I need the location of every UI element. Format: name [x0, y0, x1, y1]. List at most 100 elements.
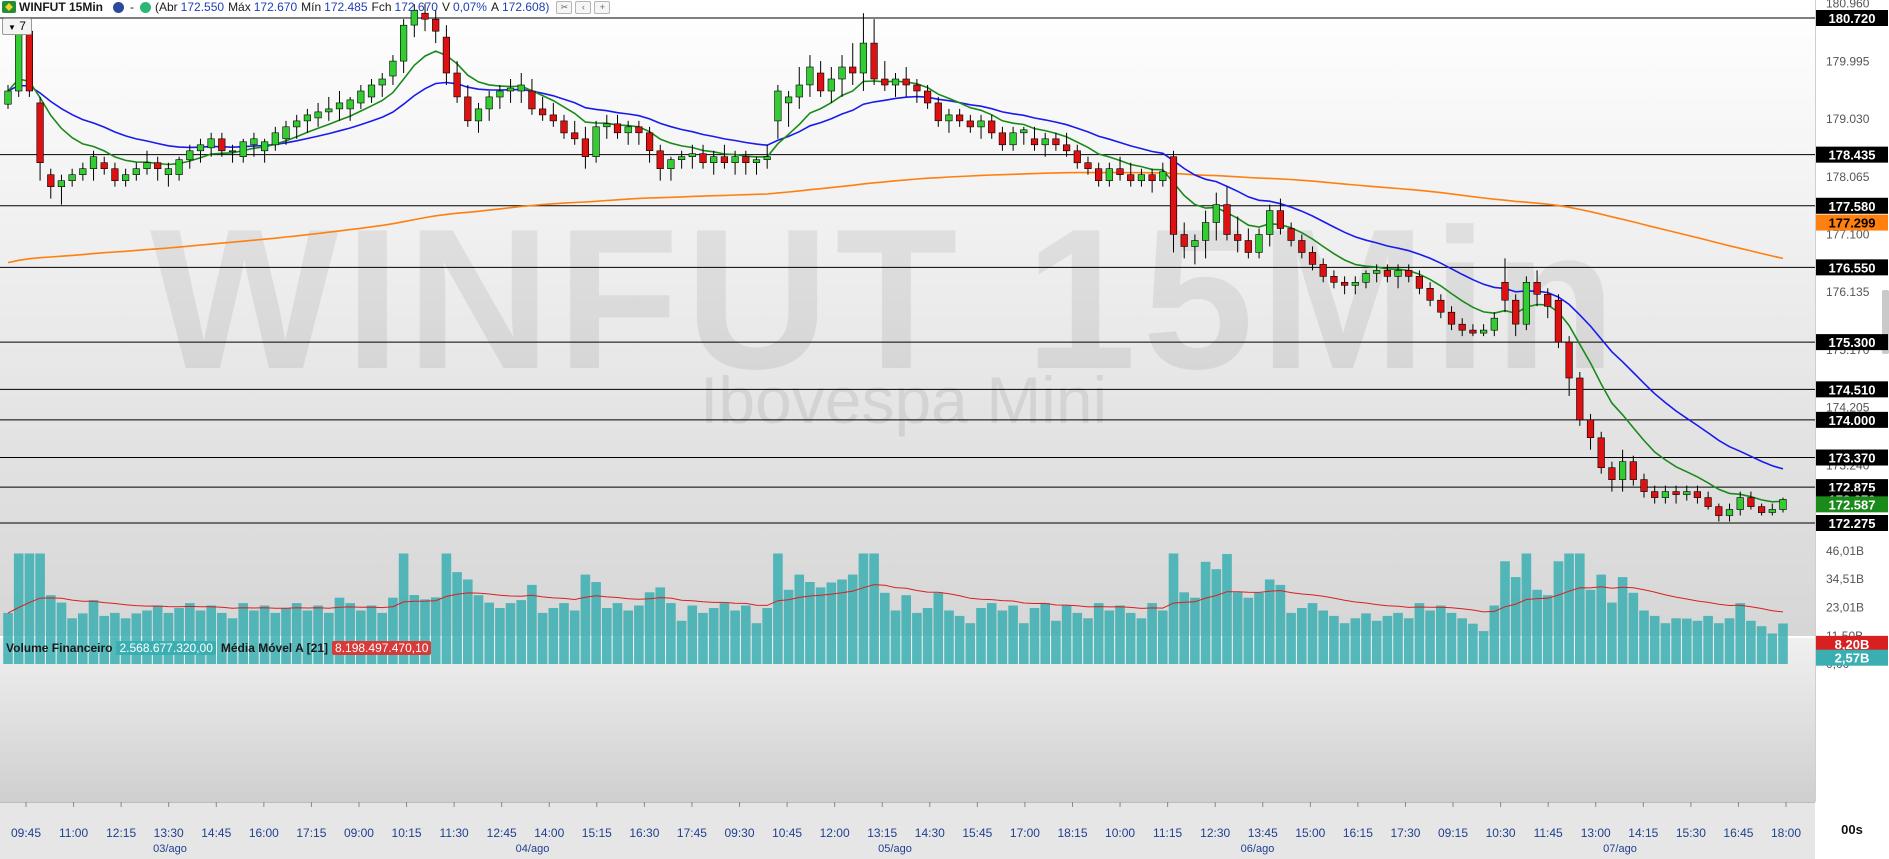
candle — [571, 120, 579, 145]
candle-body — [207, 138, 215, 149]
candle — [635, 120, 643, 145]
volume-bar — [1746, 620, 1756, 664]
candle — [432, 10, 440, 44]
volume-name[interactable]: Volume Financeiro — [6, 641, 112, 655]
candle-body — [1137, 174, 1145, 181]
volume-bar — [1361, 613, 1371, 664]
link-icon[interactable] — [113, 1, 124, 13]
volume-bar — [1714, 623, 1724, 664]
volume-bar — [954, 615, 965, 664]
candle — [1394, 264, 1402, 289]
candle-body — [1693, 491, 1701, 498]
candle-body — [1672, 491, 1680, 495]
time-label: 12:00 — [820, 826, 850, 840]
volume-bar — [1350, 618, 1361, 664]
symbol-title[interactable]: WINFUT 15Min — [19, 0, 103, 14]
volume-bar — [1607, 602, 1617, 664]
candle — [1169, 150, 1178, 253]
volume-bar — [762, 608, 772, 664]
candle — [442, 25, 451, 85]
candle — [1191, 234, 1199, 265]
volume-bar — [1264, 579, 1275, 664]
chart-canvas[interactable]: 180.960179.995179.030178.065177.100176.1… — [0, 0, 1889, 858]
candle-body — [228, 150, 237, 153]
level-badge: 174.510 — [1816, 381, 1888, 398]
candle-body — [1020, 129, 1028, 134]
volume-tick-label: 46,01B — [1826, 544, 1864, 558]
volume-bar — [1575, 553, 1585, 664]
volume-bar — [1339, 623, 1350, 664]
candle — [314, 102, 322, 127]
volume-bar — [1468, 623, 1478, 664]
candle-body — [1234, 234, 1242, 241]
candle — [474, 102, 483, 133]
volume-bar — [965, 623, 976, 664]
level-badge-label: 175.300 — [1829, 335, 1876, 350]
current-value-badge-label: 177.299 — [1829, 216, 1876, 231]
volume-bar — [1200, 561, 1211, 664]
candle-body — [849, 66, 857, 74]
volume-bar — [708, 608, 719, 664]
level-badge: 177.580 — [1816, 197, 1888, 214]
candle — [1308, 246, 1317, 271]
candle — [720, 144, 728, 169]
time-label: 09:45 — [11, 826, 41, 840]
volume-bar — [99, 615, 109, 664]
candle-body — [1095, 168, 1103, 181]
candle-body — [1159, 171, 1167, 181]
volume-bar — [741, 605, 751, 664]
candle-body — [1148, 174, 1156, 181]
high-label: Máx — [228, 0, 251, 14]
volume-bar — [142, 610, 152, 664]
candle-body — [1127, 174, 1135, 181]
volume-bar — [163, 612, 174, 664]
level-badge-label: 174.000 — [1829, 413, 1876, 428]
volume-tick-label: 23,01B — [1826, 600, 1864, 614]
volume-bar — [249, 610, 259, 664]
candle-body — [731, 156, 739, 163]
candle-body — [624, 126, 632, 134]
candle-body — [667, 159, 675, 169]
volume-bar — [484, 602, 494, 664]
candle — [784, 90, 793, 127]
candle-body — [806, 66, 814, 86]
candle-body — [1522, 281, 1530, 325]
settings-dropdown-icon[interactable]: ✂ — [556, 0, 573, 14]
candle-body — [1544, 293, 1552, 307]
candle-body — [1768, 509, 1776, 513]
time-label: 11:00 — [59, 826, 88, 840]
collapse-icon[interactable]: ‹ — [575, 0, 592, 14]
volume-bar — [687, 605, 698, 664]
candle-body — [89, 156, 98, 169]
candle — [1629, 455, 1637, 486]
chevron-down-icon: ▼ — [8, 23, 16, 32]
time-label: 09:30 — [724, 826, 754, 840]
timeframe-selector[interactable]: ▼ 7 — [2, 18, 32, 35]
time-label: 10:30 — [1486, 826, 1516, 840]
candle-body — [645, 132, 654, 152]
avg-label: A — [490, 0, 499, 14]
candle — [1458, 318, 1466, 337]
candle-body — [1266, 210, 1274, 235]
volume-bar — [997, 610, 1008, 664]
candle — [79, 162, 87, 181]
time-label: 17:45 — [677, 826, 707, 840]
candle — [1330, 270, 1338, 289]
candle — [1212, 192, 1220, 241]
candle — [36, 96, 44, 181]
volume-bar — [1446, 612, 1457, 664]
add-icon[interactable]: + — [594, 0, 611, 14]
candle — [795, 67, 803, 109]
candle — [1586, 413, 1595, 450]
candle-body — [122, 174, 130, 181]
candle — [1661, 485, 1669, 504]
candle-body — [603, 123, 611, 128]
candle-body — [1341, 281, 1349, 286]
candle-body — [357, 90, 365, 104]
candle — [1704, 491, 1712, 510]
volume-ma-name[interactable]: Média Móvel A [21] — [221, 641, 328, 655]
volume-bar — [1532, 589, 1542, 664]
candle-body — [421, 12, 429, 20]
volume-bar — [1542, 595, 1553, 664]
candle-body — [699, 153, 707, 163]
